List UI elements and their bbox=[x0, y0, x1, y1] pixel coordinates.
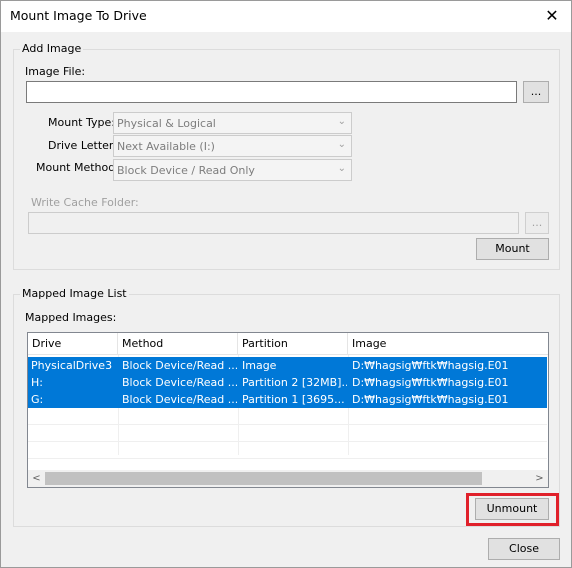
table-row[interactable]: PhysicalDrive3 Block Device/Read ... Ima… bbox=[28, 357, 547, 374]
grid-line bbox=[28, 441, 547, 442]
cell-partition: Partition 1 [3695... bbox=[242, 393, 345, 406]
mount-image-dialog: Mount Image To Drive ✕ Add Image Image F… bbox=[0, 0, 572, 568]
drive-letter-value: Next Available (I:) bbox=[117, 140, 215, 153]
cell-image: D:₩hagsig₩ftk₩hagsig.E01 bbox=[352, 393, 509, 406]
cell-method: Block Device/Read ... bbox=[122, 376, 237, 389]
cell-image: D:₩hagsig₩ftk₩hagsig.E01 bbox=[352, 376, 509, 389]
cell-partition: Image bbox=[242, 359, 277, 372]
mount-method-value: Block Device / Read Only bbox=[117, 164, 255, 177]
cell-partition: Partition 2 [32MB]... bbox=[242, 376, 347, 389]
image-file-label: Image File: bbox=[25, 65, 86, 78]
horizontal-scrollbar[interactable]: < > bbox=[28, 470, 548, 487]
table-row[interactable]: H: Block Device/Read ... Partition 2 [32… bbox=[28, 374, 547, 391]
mount-method-label: Mount Method: bbox=[36, 161, 119, 174]
image-file-browse-button[interactable]: ... bbox=[523, 81, 549, 103]
write-cache-input[interactable] bbox=[28, 212, 519, 234]
cell-image: D:₩hagsig₩ftk₩hagsig.E01 bbox=[352, 359, 509, 372]
scroll-left-icon[interactable]: < bbox=[28, 470, 45, 487]
title-bar: Mount Image To Drive ✕ bbox=[1, 1, 571, 32]
mapped-images-label: Mapped Images: bbox=[25, 311, 117, 324]
chevron-down-icon: ⌄ bbox=[337, 116, 346, 127]
mount-type-value: Physical & Logical bbox=[117, 117, 216, 130]
column-partition[interactable]: Partition bbox=[238, 333, 348, 355]
cell-method: Block Device/Read ... bbox=[122, 393, 237, 406]
column-image[interactable]: Image bbox=[348, 333, 547, 355]
cell-drive: G: bbox=[31, 393, 44, 406]
close-button[interactable]: Close bbox=[488, 538, 560, 560]
write-cache-label: Write Cache Folder: bbox=[31, 196, 139, 209]
mount-type-select[interactable]: Physical & Logical ⌄ bbox=[113, 112, 352, 134]
mapped-image-group-label: Mapped Image List bbox=[20, 287, 129, 300]
chevron-down-icon: ⌄ bbox=[337, 163, 346, 174]
column-drive[interactable]: Drive bbox=[28, 333, 118, 355]
mount-button[interactable]: Mount bbox=[476, 238, 549, 260]
chevron-down-icon: ⌄ bbox=[337, 139, 346, 150]
image-file-input[interactable] bbox=[26, 81, 517, 103]
grid-line bbox=[28, 424, 547, 425]
mount-method-select[interactable]: Block Device / Read Only ⌄ bbox=[113, 159, 352, 181]
cell-drive: H: bbox=[31, 376, 43, 389]
unmount-button[interactable]: Unmount bbox=[475, 498, 549, 520]
grid-line bbox=[28, 458, 547, 459]
drive-letter-label: Drive Letter: bbox=[48, 139, 117, 152]
add-image-group-label: Add Image bbox=[20, 42, 84, 55]
scrollbar-thumb[interactable] bbox=[45, 472, 482, 485]
column-method[interactable]: Method bbox=[118, 333, 238, 355]
mount-type-label: Mount Type: bbox=[48, 116, 115, 129]
table-row[interactable]: G: Block Device/Read ... Partition 1 [36… bbox=[28, 391, 547, 408]
close-icon[interactable]: ✕ bbox=[541, 6, 563, 26]
mapped-images-list[interactable]: Drive Method Partition Image PhysicalDri… bbox=[27, 332, 549, 488]
cell-drive: PhysicalDrive3 bbox=[31, 359, 113, 372]
window-title: Mount Image To Drive bbox=[10, 8, 147, 23]
drive-letter-select[interactable]: Next Available (I:) ⌄ bbox=[113, 135, 352, 157]
list-header: Drive Method Partition Image bbox=[28, 333, 548, 355]
write-cache-browse-button[interactable]: ... bbox=[525, 212, 549, 234]
cell-method: Block Device/Read ... bbox=[122, 359, 237, 372]
scroll-right-icon[interactable]: > bbox=[531, 470, 548, 487]
